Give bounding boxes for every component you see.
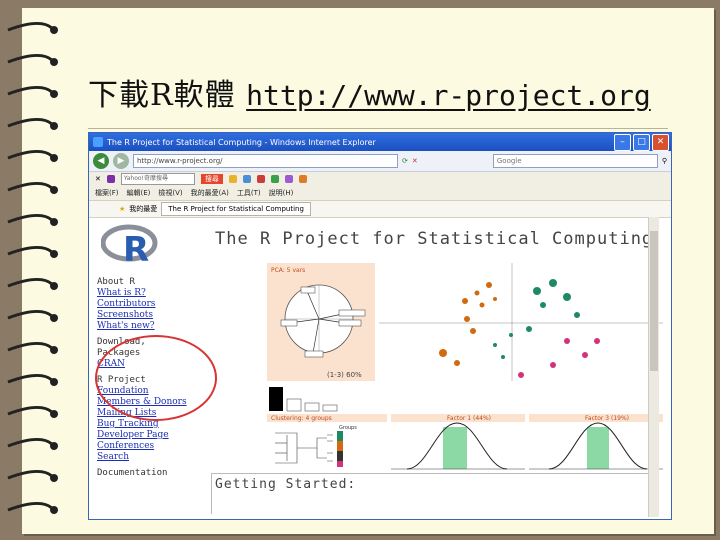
clustering-label: Clustering: 4 groups: [271, 415, 332, 422]
minimize-button[interactable]: –: [614, 134, 631, 151]
groups-label: Groups: [339, 425, 357, 431]
slide-title-cjk: 下載R軟體: [88, 78, 236, 113]
nav-link-what-is-r[interactable]: What is R?: [97, 288, 187, 299]
menu-edit[interactable]: 編輯(E): [127, 188, 151, 198]
slide-title-url[interactable]: http://www.r-project.org: [246, 79, 651, 112]
favorites-bar: ★ 我的最愛 The R Project for Statistical Com…: [89, 201, 671, 218]
tab-r-project[interactable]: The R Project for Statistical Computing: [161, 202, 311, 216]
close-button[interactable]: ✕: [652, 134, 669, 151]
favorites-label[interactable]: 我的最愛: [129, 204, 157, 214]
back-button[interactable]: ◀: [93, 153, 109, 169]
search-icon[interactable]: ⚲: [662, 157, 667, 165]
nav-header-documentation: Documentation: [97, 468, 168, 478]
nav-link-conferences[interactable]: Conferences: [97, 441, 187, 452]
page-main-title: The R Project for Statistical Computing: [215, 229, 654, 249]
sidebar: R About R What is R? Contributors Screen…: [95, 217, 217, 517]
forward-button[interactable]: ▶: [113, 153, 129, 169]
nav-link-contributors[interactable]: Contributors: [97, 299, 187, 310]
factor1-label: Factor 1 (44%): [447, 415, 491, 422]
search-input[interactable]: Google: [492, 154, 658, 168]
toolbar-icon-4[interactable]: [270, 175, 279, 183]
nav-header-about: About R: [97, 277, 135, 287]
yahoo-search-input[interactable]: Yahoo!奇摩搜尋: [120, 173, 195, 185]
menu-favorites[interactable]: 我的最愛(A): [191, 188, 229, 198]
close-toolbar-icon[interactable]: ✕: [95, 175, 101, 183]
toolbar-icon-2[interactable]: [242, 175, 251, 183]
r-graphics-montage: PCA: 5 vars (1-3) 60% Clustering: 4 grou…: [267, 263, 663, 473]
maximize-button[interactable]: □: [633, 134, 650, 151]
toolbar-icon-1[interactable]: [228, 175, 237, 183]
menu-bar: 檔案(F) 編輯(E) 檢視(V) 我的最愛(A) 工具(T) 說明(H): [89, 186, 671, 200]
page-scrollbar[interactable]: [648, 217, 659, 517]
pca-title: PCA: 5 vars: [271, 267, 305, 274]
nav-link-search[interactable]: Search: [97, 452, 187, 463]
slide-title: 下載R軟體 http://www.r-project.org: [88, 70, 651, 114]
ie-logo-icon: [93, 137, 103, 147]
page-content: R About R What is R? Contributors Screen…: [89, 217, 663, 517]
pca-subtitle: (1-3) 60%: [327, 371, 362, 379]
getting-started-heading: Getting Started:: [215, 477, 357, 492]
nav-link-developer-page[interactable]: Developer Page: [97, 430, 187, 441]
refresh-icon[interactable]: ⟳: [402, 157, 408, 165]
nav-link-whats-new[interactable]: What's new?: [97, 321, 187, 332]
menu-view[interactable]: 檢視(V): [158, 188, 182, 198]
browser-titlebar: The R Project for Statistical Computing …: [89, 133, 671, 151]
toolbar-icon-5[interactable]: [284, 175, 293, 183]
title-divider: [88, 128, 668, 129]
nav-link-bug-tracking[interactable]: Bug Tracking: [97, 419, 187, 430]
menu-file[interactable]: 檔案(F): [95, 188, 119, 198]
spiral-binding: [7, 22, 58, 514]
toolbar-icon-3[interactable]: [256, 175, 265, 183]
address-input[interactable]: http://www.r-project.org/: [133, 154, 398, 168]
scatter-panel: [379, 263, 663, 381]
address-bar-row: ◀ ▶ http://www.r-project.org/ ⟳ ✕ Google…: [89, 151, 671, 172]
nav-link-screenshots[interactable]: Screenshots: [97, 310, 187, 321]
scrollbar-thumb[interactable]: [650, 231, 658, 371]
yahoo-icon: [106, 175, 115, 183]
menu-tools[interactable]: 工具(T): [237, 188, 261, 198]
toolbar-icon-6[interactable]: [298, 175, 307, 183]
browser-toolbar: ✕ Yahoo!奇摩搜尋 搜尋 檔案(F) 編輯(E) 檢視(V) 我的最愛(A…: [89, 172, 671, 201]
factor3-label: Factor 3 (19%): [585, 415, 629, 422]
r-logo-icon[interactable]: R: [101, 223, 161, 265]
star-icon[interactable]: ★: [119, 205, 125, 213]
browser-window: The R Project for Statistical Computing …: [88, 132, 672, 520]
stop-icon[interactable]: ✕: [412, 157, 418, 165]
highlight-circle: [95, 335, 217, 421]
menu-help[interactable]: 說明(H): [269, 188, 294, 198]
window-title: The R Project for Statistical Computing …: [107, 137, 376, 147]
svg-text:R: R: [123, 230, 149, 265]
yahoo-search-button[interactable]: 搜尋: [200, 174, 223, 184]
